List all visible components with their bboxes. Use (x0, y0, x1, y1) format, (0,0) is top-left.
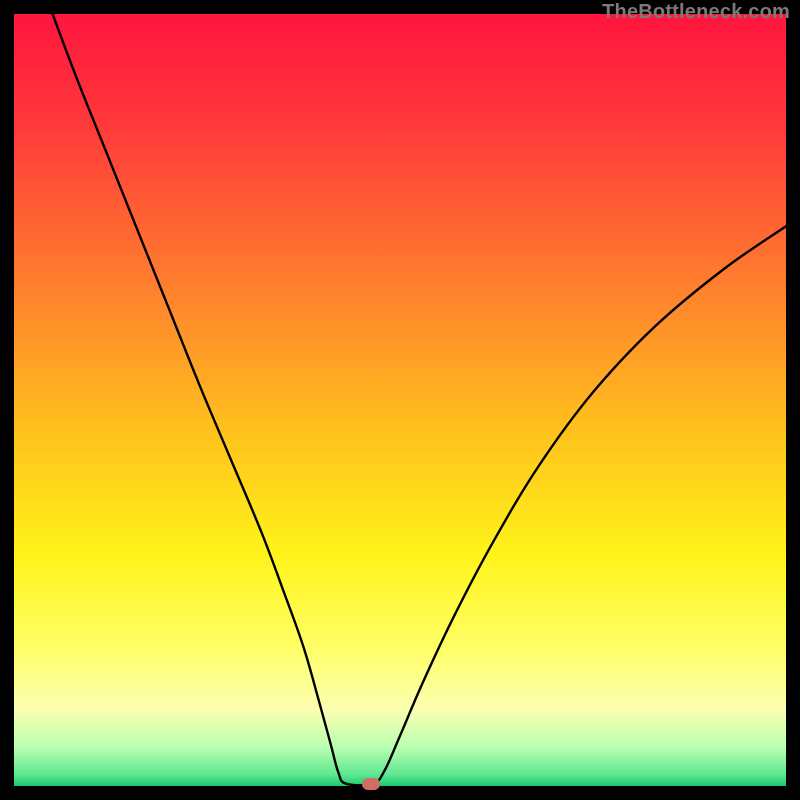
chart-frame (14, 14, 786, 786)
bottleneck-curve (14, 14, 786, 786)
attribution-text: TheBottleneck.com (602, 1, 790, 24)
optimum-marker (362, 778, 380, 790)
